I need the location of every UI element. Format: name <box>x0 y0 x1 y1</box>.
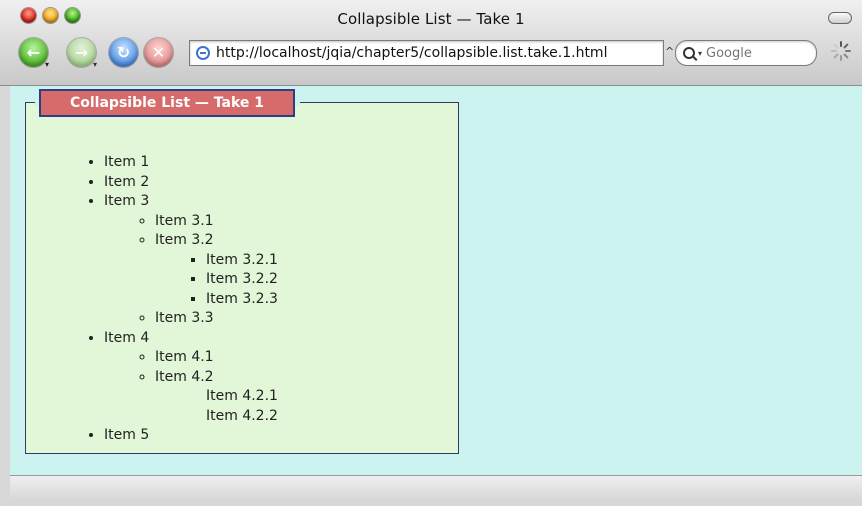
list-item[interactable]: Item 4.2.2 <box>206 407 278 427</box>
search-icon[interactable]: ▾ <box>683 47 702 59</box>
list-item[interactable]: Item 4.1 <box>155 348 278 368</box>
page-content: Item 1 Item 2 Item 3 Item 3.1 Item 3.2 I… <box>10 86 862 475</box>
forward-arrow-icon: → <box>74 43 89 62</box>
fieldset-legend: Collapsible List — Take 1 <box>39 89 295 117</box>
browser-window: Collapsible List — Take 1 ← ▾ → ▾ ↻ ✕ ht… <box>0 0 862 506</box>
stop-button[interactable]: ✕ <box>144 38 173 67</box>
back-arrow-icon: ← <box>26 43 41 62</box>
toolbar-toggle-button[interactable] <box>828 12 852 24</box>
window-title: Collapsible List — Take 1 <box>337 10 525 28</box>
back-menu-caret-icon: ▾ <box>44 60 49 69</box>
sublist: Item 4.1 Item 4.2 Item 4.2.1 Item 4.2.2 <box>104 348 278 426</box>
list-item[interactable]: Item 3 Item 3.1 Item 3.2 Item 3.2.1 Item… <box>104 192 278 329</box>
list-item[interactable]: Item 3.1 <box>155 212 278 232</box>
loading-spinner-icon <box>831 41 851 61</box>
list-item[interactable]: Item 4.2.1 <box>206 387 278 407</box>
back-button[interactable]: ← ▾ <box>19 38 49 69</box>
address-text[interactable]: http://localhost/jqia/chapter5/collapsib… <box>216 45 607 61</box>
list-item[interactable]: Item 1 <box>104 153 278 173</box>
list-item[interactable]: Item 3.3 <box>155 309 278 329</box>
sublist: Item 4.2.1 Item 4.2.2 <box>155 387 278 426</box>
stop-icon: ✕ <box>151 43 166 62</box>
forward-button[interactable]: → ▾ <box>67 38 97 69</box>
list-item[interactable]: Item 3.2.1 <box>206 251 278 271</box>
list-item[interactable]: Item 3.2.3 <box>206 290 278 310</box>
reload-button[interactable]: ↻ <box>109 38 138 67</box>
list-item[interactable]: Item 4.2 Item 4.2.1 Item 4.2.2 <box>155 368 278 427</box>
search-box[interactable]: ▾ <box>675 40 817 66</box>
reload-icon: ↻ <box>116 43 131 62</box>
browser-chrome: Collapsible List — Take 1 ← ▾ → ▾ ↻ ✕ ht… <box>0 0 862 86</box>
globe-icon <box>196 46 210 60</box>
list-item[interactable]: Item 2 <box>104 173 278 193</box>
list-item[interactable]: Item 4 Item 4.1 Item 4.2 Item 4.2.1 Item… <box>104 329 278 427</box>
list-item[interactable]: Item 3.2 Item 3.2.1 Item 3.2.2 Item 3.2.… <box>155 231 278 309</box>
collapsible-list: Item 1 Item 2 Item 3 Item 3.1 Item 3.2 I… <box>80 153 278 446</box>
list-item[interactable]: Item 3.2.2 <box>206 270 278 290</box>
sublist: Item 3.2.1 Item 3.2.2 Item 3.2.3 <box>155 251 278 310</box>
status-bar <box>10 475 862 499</box>
address-bar[interactable]: http://localhost/jqia/chapter5/collapsib… <box>189 40 664 66</box>
forward-menu-caret-icon: ▾ <box>92 60 97 69</box>
search-input[interactable] <box>706 45 797 61</box>
sublist: Item 3.1 Item 3.2 Item 3.2.1 Item 3.2.2 … <box>104 212 278 329</box>
list-fieldset: Item 1 Item 2 Item 3 Item 3.1 Item 3.2 I… <box>25 102 459 454</box>
list-item[interactable]: Item 5 <box>104 426 278 446</box>
snapback-caret-icon[interactable]: ^ <box>665 45 674 58</box>
